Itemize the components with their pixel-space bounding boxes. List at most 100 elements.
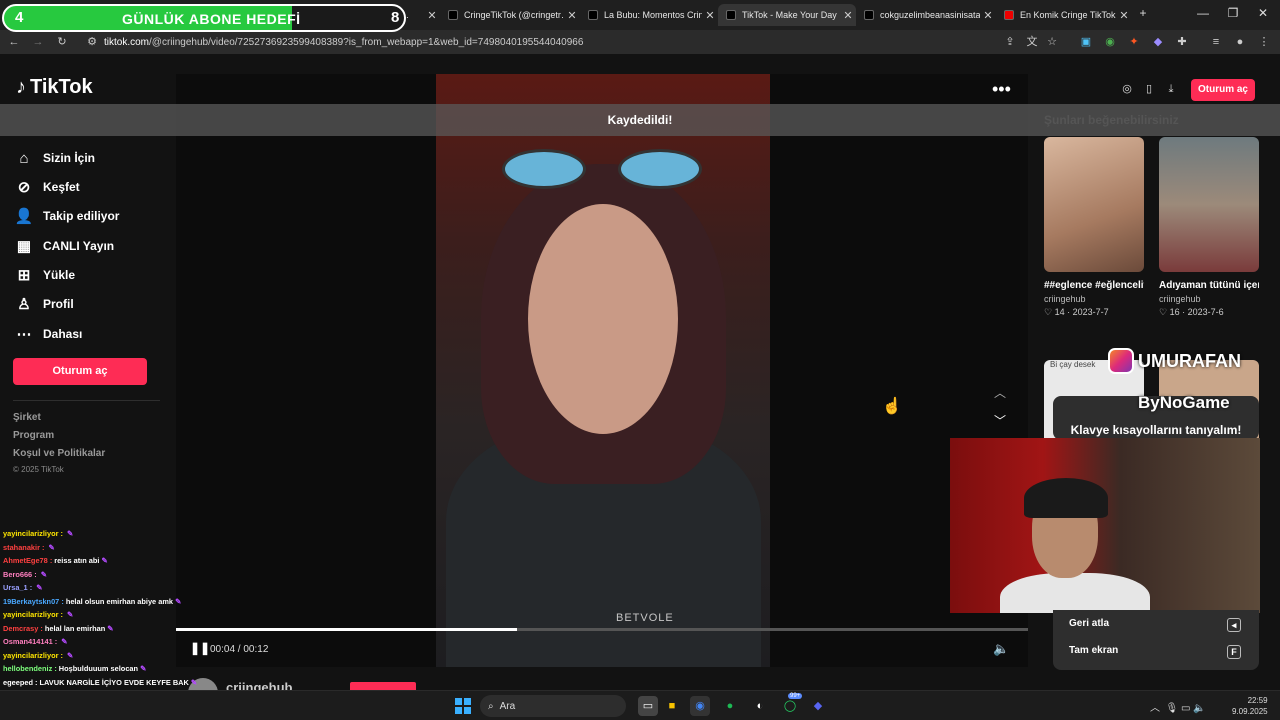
emote-icon: ✎ xyxy=(188,677,198,687)
translate-icon[interactable]: 文 xyxy=(1024,34,1040,50)
chat-message: yayincilarizliyor : ✎ xyxy=(3,529,73,538)
subscriber-goal-overlay: 4 GÜNLÜK ABONE HEDEFİ 8 xyxy=(2,4,406,32)
address-bar[interactable]: tiktok.com/@criingehub/video/72527369235… xyxy=(104,33,1094,51)
tiktok-favicon-icon xyxy=(726,10,736,20)
footer-link-company[interactable]: Şirket xyxy=(13,412,41,423)
extension-icon[interactable]: ▣ xyxy=(1078,34,1094,50)
download-icon[interactable]: ⤓ xyxy=(1162,80,1180,98)
sidebar-item-label: Sizin İçin xyxy=(43,151,96,165)
browser-menu-icon[interactable]: ⋮ xyxy=(1256,34,1272,50)
mobile-app-icon[interactable]: ▯ xyxy=(1140,80,1158,98)
video-thumbnail[interactable] xyxy=(1159,137,1259,272)
browser-tab[interactable]: En Komik Cringe TikTok V…✕ xyxy=(996,4,1132,26)
video-progress-bar[interactable] xyxy=(176,628,1028,631)
post-date: 2023-7-7 xyxy=(1072,307,1109,317)
sidebar-item-explore[interactable]: ⊘ Keşfet xyxy=(14,175,80,199)
home-icon: ⌂ xyxy=(19,149,29,167)
extensions-puzzle-icon[interactable]: ✚ xyxy=(1174,34,1190,50)
sidebar-item-for-you[interactable]: ⌂ Sizin İçin xyxy=(14,146,95,170)
volume-icon[interactable]: 🔈 xyxy=(993,641,1009,657)
system-tray[interactable]: ︿ 🎙 ▭ 🔈 xyxy=(1150,699,1206,714)
whatsapp-icon[interactable]: ◯ xyxy=(780,696,800,716)
sidebar-item-live[interactable]: ▦ CANLI Yayın xyxy=(14,234,114,258)
new-tab-button[interactable]: + xyxy=(1128,6,1158,20)
chevron-up-icon[interactable]: ︿ xyxy=(994,384,1006,401)
video-watermark: BETVOLE xyxy=(616,612,674,624)
install-app-icon[interactable]: ⇪ xyxy=(1002,34,1018,50)
browser-tab[interactable]: CringeTikTok (@cringetr… ✕ xyxy=(440,4,580,26)
thumbnail-text: Bi çay desek xyxy=(1050,360,1096,369)
browser-tab-active[interactable]: TikTok - Make Your Day ✕ xyxy=(718,4,856,26)
goal-target: 8 xyxy=(391,9,400,26)
video-frame[interactable]: BETVOLE xyxy=(436,74,770,667)
copyright: © 2025 TikTok xyxy=(13,465,64,474)
emote-icon: ✎ xyxy=(138,664,147,673)
chat-username: 19Berkaytskn07 : xyxy=(3,596,64,606)
site-info-icon[interactable]: ⚙ xyxy=(84,34,100,50)
upload-icon: ⊞ xyxy=(17,267,31,284)
close-window-icon[interactable]: ✕ xyxy=(1248,6,1278,20)
sunglasses xyxy=(496,149,711,189)
tiktok-favicon-icon xyxy=(864,10,874,20)
minimize-icon[interactable]: — xyxy=(1188,6,1218,20)
chrome-icon[interactable]: ◉ xyxy=(690,696,710,716)
close-icon[interactable]: ✕ xyxy=(702,9,718,22)
taskbar-search[interactable]: ⌕ Ara xyxy=(480,695,626,717)
goal-label: GÜNLÜK ABONE HEDEFİ xyxy=(122,11,301,27)
chat-text: helal lan emirhan xyxy=(44,623,106,633)
chevron-down-icon[interactable]: ﹀ xyxy=(994,412,1006,429)
forward-icon[interactable]: → xyxy=(30,34,46,50)
recommendation-card[interactable]: ##eglence #eğlencelivideolar… criingehub… xyxy=(1044,137,1144,318)
recommendation-card[interactable]: Adıyaman tütünü içen kız #azerbeyc… crii… xyxy=(1159,137,1259,318)
coin-icon[interactable]: ◎ xyxy=(1118,80,1136,98)
more-options-icon[interactable]: ••• xyxy=(992,79,1011,100)
browser-tab[interactable]: La Bubu: Momentos Cring…✕ xyxy=(580,4,718,26)
app-icon[interactable]: ◐ xyxy=(750,696,770,716)
close-icon[interactable]: ✕ xyxy=(424,9,440,22)
tiktok-logo[interactable]: ♪ TikTok xyxy=(16,76,93,99)
sidebar-item-profile[interactable]: ♙ Profil xyxy=(14,292,74,316)
back-icon[interactable]: ← xyxy=(6,34,22,50)
close-icon[interactable]: ✕ xyxy=(980,9,996,22)
shortcut-key: ◂ xyxy=(1227,618,1241,632)
footer-link-program[interactable]: Program xyxy=(13,430,54,441)
windows-start-icon[interactable] xyxy=(455,698,471,714)
clock[interactable]: 22:59 9.09.2025 xyxy=(1232,695,1268,717)
close-icon[interactable]: ✕ xyxy=(840,9,856,22)
follow-button[interactable] xyxy=(350,682,416,690)
recommendation-author[interactable]: criingehub xyxy=(1159,294,1259,304)
browser-tab[interactable]: cokguzelimbeanasinisatay…✕ xyxy=(856,4,996,26)
sidebar-item-more[interactable]: ⋯ Dahası xyxy=(14,322,83,346)
video-player[interactable]: BETVOLE ••• ︿ ﹀ ☝ xyxy=(176,74,1028,667)
close-icon[interactable]: ✕ xyxy=(564,9,580,22)
shortcut-key: F xyxy=(1227,645,1241,659)
extension-icon[interactable]: ◆ xyxy=(1150,34,1166,50)
sidebar-item-upload[interactable]: ⊞ Yükle xyxy=(14,263,75,287)
task-view-icon[interactable]: ▭ xyxy=(638,696,658,716)
chat-username: yayincilarizliyor : xyxy=(3,650,63,660)
instagram-handle-overlay: UMURAFAN xyxy=(1108,348,1241,374)
restore-icon[interactable]: ❐ xyxy=(1218,6,1248,20)
file-explorer-icon[interactable]: ■ xyxy=(662,696,682,716)
sidebar-item-following[interactable]: 👤 Takip ediliyor xyxy=(14,204,120,228)
pause-icon[interactable]: ❚❚ xyxy=(190,641,210,655)
bookmark-star-icon[interactable]: ☆ xyxy=(1044,34,1060,50)
footer-link-terms[interactable]: Koşul ve Politikalar xyxy=(13,448,105,459)
media-control-icon[interactable]: ≡ xyxy=(1208,34,1224,50)
discord-icon[interactable]: ◆ xyxy=(808,696,828,716)
sidebar-item-label: Profil xyxy=(43,297,74,311)
recommendation-author[interactable]: criingehub xyxy=(1044,294,1144,304)
windows-taskbar: ⌕ Ara ▭ ■ ◉ ● ◐ ◯ 99+ ◆ ︿ 🎙 ▭ 🔈 22:59 9.09… xyxy=(0,690,1280,720)
video-thumbnail[interactable] xyxy=(1044,137,1144,272)
login-button[interactable]: Oturum aç xyxy=(13,358,147,385)
chat-username: hellobendeniz : xyxy=(3,664,57,673)
spotify-icon[interactable]: ● xyxy=(720,696,740,716)
reload-icon[interactable]: ↻ xyxy=(54,34,70,50)
tab-title: En Komik Cringe TikTok V… xyxy=(1020,10,1116,20)
header-login-button[interactable]: Oturum aç xyxy=(1191,79,1255,101)
profile-avatar-icon[interactable]: ● xyxy=(1232,34,1248,50)
stream-chat: yayincilarizliyor : ✎ stahanakir : ✎ Ahmet… xyxy=(0,529,197,714)
post-date: 2023-7-6 xyxy=(1187,307,1224,317)
extension-icon[interactable]: ◉ xyxy=(1102,34,1118,50)
extension-icon[interactable]: ✦ xyxy=(1126,34,1142,50)
